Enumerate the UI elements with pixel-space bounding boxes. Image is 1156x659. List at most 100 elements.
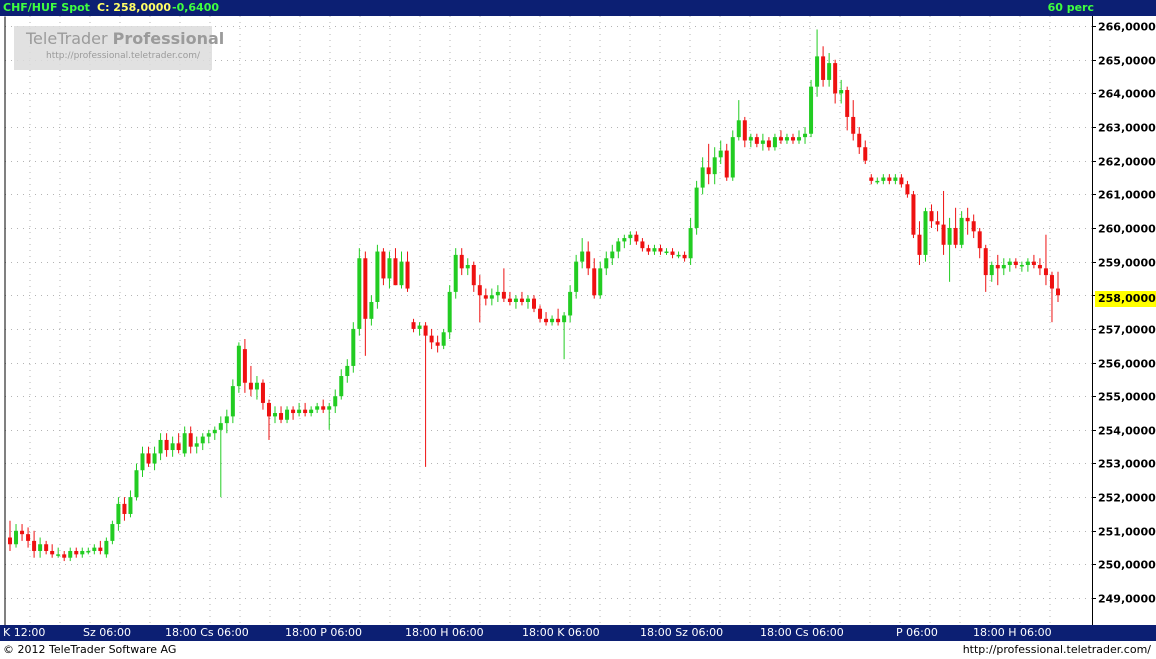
candle-body [44,544,49,551]
candle-body [622,238,627,242]
y-tick-label: 260,0000 [1098,223,1156,236]
candle-body [8,537,12,545]
candle-body [995,264,1000,269]
candle-body [417,325,422,329]
candle-body [724,150,729,178]
candle-body [62,554,67,558]
candle-body [1007,261,1012,265]
candle-body [122,503,127,514]
y-tick-label: 255,0000 [1098,391,1156,404]
candle-body [224,416,229,424]
candle-body [797,137,802,141]
candle-body [803,133,808,138]
candle-body [14,530,19,545]
candle-body [851,116,856,134]
candle-body [321,406,326,410]
candle-body [790,137,795,141]
candle-body [736,120,741,138]
candle-body [586,251,591,269]
candle-body [875,180,880,183]
candle-body [393,258,398,286]
candle-body [495,291,500,296]
candle-body [983,248,988,276]
candle-body [1037,264,1042,269]
y-tick-label: 263,0000 [1098,122,1156,135]
candle-body [929,211,934,222]
candle-body [839,90,844,94]
candle-body [989,264,994,276]
candle-body [815,56,820,87]
candle-body [664,251,669,254]
candle-body [291,409,296,414]
y-tick-label: 257,0000 [1098,324,1156,337]
candle-body [104,540,109,555]
candle-body [1056,288,1060,296]
close-price-label: C: 258,0000 [97,1,172,14]
candle-body [628,234,633,239]
candle-body [688,227,693,259]
candle-body [423,325,428,336]
candle-body [784,137,789,141]
candle-body [26,534,31,541]
watermark-brand-light: TeleTrader [26,29,108,48]
candle-body [465,264,470,269]
candle-body [646,248,651,252]
candle-body [616,241,621,252]
y-tick-label: 265,0000 [1098,55,1156,68]
teletrader-watermark: TeleTrader Professional http://professio… [14,26,224,70]
candle-body [279,413,284,420]
candle-body [941,224,946,245]
candle-body [766,140,771,148]
candle-body [965,217,970,222]
candle-body [56,554,61,556]
candle-body [1043,268,1048,276]
interval-label: 60 perc [1047,1,1094,14]
x-tick-label: 18:00 P 06:00 [285,626,363,639]
y-tick-label: 254,0000 [1098,425,1156,438]
candle-body [718,150,723,158]
candle-body [351,328,356,366]
x-tick-label: P 06:00 [896,626,938,639]
candle-body [194,443,199,447]
candle-body [634,234,639,242]
candle-body [489,295,494,299]
candle-body [357,258,362,329]
candle-body [881,177,886,181]
symbol-label: CHF/HUF Spot [3,1,90,14]
candle-body [315,406,320,410]
candle-body [68,550,73,558]
candle-body [772,137,777,148]
candle-body [273,413,278,417]
candle-body [309,409,314,414]
candle-body [128,497,133,514]
y-tick-label: 252,0000 [1098,492,1156,505]
candle-body [38,544,43,551]
candle-body [218,423,223,430]
candle-body [598,268,603,296]
candle-body [134,470,139,498]
candle-body [429,335,434,343]
candle-body [110,524,115,541]
candle-body [254,382,259,390]
candle-body [441,332,446,346]
candle-body [248,382,253,390]
time-axis-bar: K 12:00 Sz 06:00 18:00 Cs 06:00 18:00 P 06:… [0,625,1156,641]
change-label: -0,6400 [172,1,220,14]
candle-body [158,439,163,454]
candlestick-chart[interactable]: 266,0000 265,0000 264,0000 263,0000 262,0000… [0,16,1156,625]
candle-body [98,547,103,551]
candle-body [152,453,157,464]
candle-body [1013,261,1018,265]
y-tick-label: 253,0000 [1098,458,1156,471]
candle-body [339,376,344,397]
candle-body [285,409,290,420]
candle-body [917,234,922,255]
candle-body [116,503,121,525]
candle-body [580,251,585,262]
footer-url: http://professional.teletrader.com/ [962,643,1151,656]
y-tick-label: 264,0000 [1098,88,1156,101]
candle-body [471,264,476,286]
candle-body [754,137,759,144]
candle-body [507,298,512,302]
candle-body [200,436,205,444]
